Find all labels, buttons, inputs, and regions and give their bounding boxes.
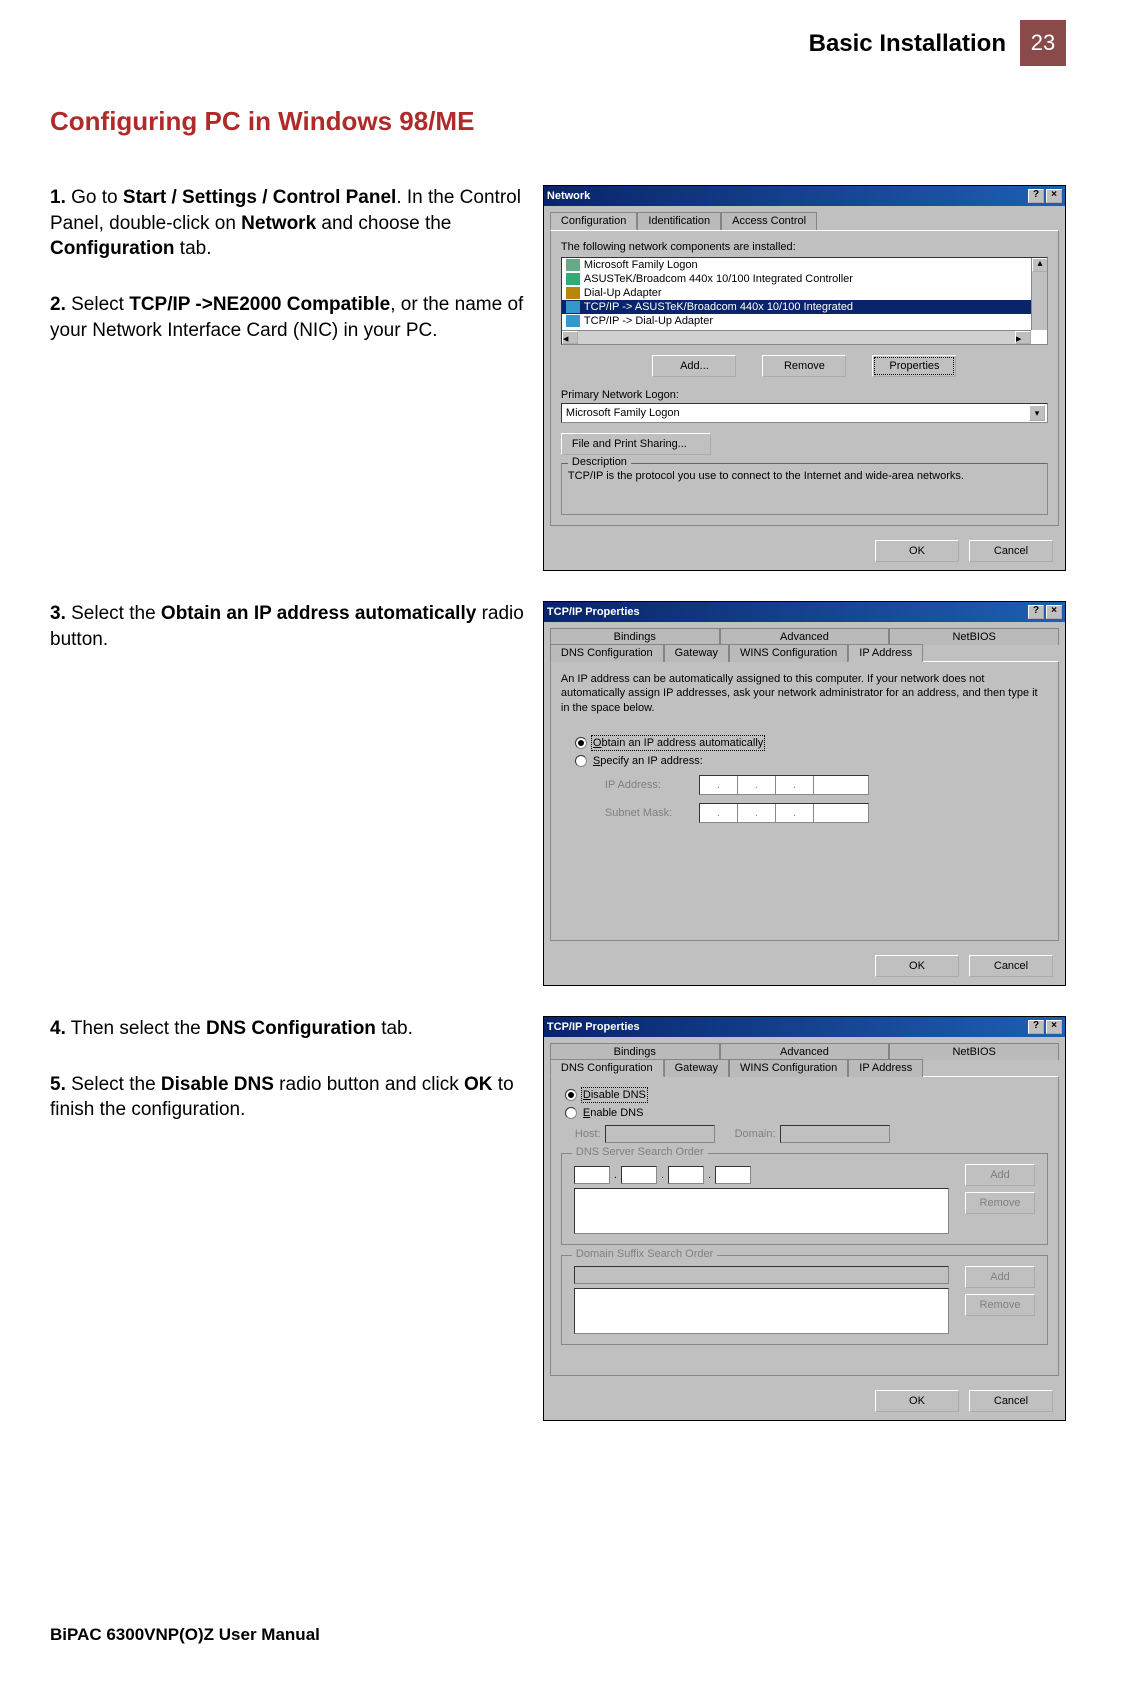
tab-wins-config[interactable]: WINS Configuration [729,1059,848,1077]
cancel-button[interactable]: Cancel [969,540,1053,562]
tab-identification[interactable]: Identification [637,212,721,230]
chapter-title: Basic Installation [809,30,1006,58]
close-icon[interactable]: × [1046,605,1062,619]
protocol-icon [566,315,580,327]
tab-bindings[interactable]: Bindings [550,628,720,645]
description-text: TCP/IP is the protocol you use to connec… [568,470,964,482]
radio-disable-dns-label: Disable DNS [583,1089,646,1101]
tcpip-dns-dialog: TCP/IP Properties ? × Bindings Advanced … [543,1016,1066,1421]
radio-enable-dns-label: Enable DNS [583,1107,644,1119]
ok-button[interactable]: OK [875,1390,959,1412]
dropdown-value: Microsoft Family Logon [566,407,680,419]
tab-access-control[interactable]: Access Control [721,212,817,230]
tab-netbios[interactable]: NetBIOS [889,1043,1059,1060]
cancel-button[interactable]: Cancel [969,1390,1053,1412]
scroll-track[interactable] [578,331,1015,344]
remove-button: Remove [965,1294,1035,1316]
radio-specify-ip[interactable] [575,755,587,767]
remove-button[interactable]: Remove [762,355,846,377]
description-label: Description [568,456,631,470]
step-1: 1. Go to Start / Settings / Control Pane… [50,185,529,262]
add-button[interactable]: Add... [652,355,736,377]
suffix-list [574,1288,949,1334]
manual-footer: BiPAC 6300VNP(O)Z User Manual [50,1625,320,1645]
subnet-mask-label: Subnet Mask: [605,807,699,819]
host-field [605,1125,715,1143]
domain-field [780,1125,890,1143]
primary-logon-label: Primary Network Logon: [561,389,1048,401]
page-number-badge: 23 [1020,20,1066,66]
ip-address-field: ... [699,775,869,795]
tab-netbios[interactable]: NetBIOS [889,628,1059,645]
properties-button[interactable]: Properties [872,355,956,377]
tab-ip-address[interactable]: IP Address [848,644,923,662]
chevron-down-icon[interactable]: ▾ [1029,405,1045,421]
scroll-right-icon[interactable]: ▸ [1015,331,1031,344]
dialog-title: TCP/IP Properties [547,1021,640,1033]
list-item[interactable]: ASUSTeK/Broadcom 440x 10/100 Integrated … [562,272,1047,286]
step-3: 3. Select the Obtain an IP address autom… [50,601,529,652]
list-item[interactable]: Microsoft Family Logon [562,258,1047,272]
tab-dns-config[interactable]: DNS Configuration [550,644,664,662]
suffix-input [574,1266,949,1284]
suffix-order-label: Domain Suffix Search Order [572,1248,717,1260]
help-icon[interactable]: ? [1028,189,1044,203]
ok-button[interactable]: OK [875,955,959,977]
tab-configuration[interactable]: Configuration [550,212,637,230]
subnet-mask-field: ... [699,803,869,823]
close-icon[interactable]: × [1046,189,1062,203]
cancel-button[interactable]: Cancel [969,955,1053,977]
tab-dns-config[interactable]: DNS Configuration [550,1059,664,1077]
radio-enable-dns[interactable] [565,1107,577,1119]
add-button: Add [965,1164,1035,1186]
step-5: 5. Select the Disable DNS radio button a… [50,1072,529,1123]
tcpip-ip-dialog: TCP/IP Properties ? × Bindings Advanced … [543,601,1066,986]
step-4: 4. Then select the DNS Configuration tab… [50,1016,529,1042]
ip-intro-text: An IP address can be automatically assig… [561,672,1048,715]
dialog-title: TCP/IP Properties [547,606,640,618]
tab-advanced[interactable]: Advanced [720,628,890,645]
radio-disable-dns[interactable] [565,1089,577,1101]
nic-icon [566,273,580,285]
network-dialog: Network ? × Configuration Identification… [543,185,1066,571]
protocol-icon [566,301,580,313]
remove-button: Remove [965,1192,1035,1214]
tab-advanced[interactable]: Advanced [720,1043,890,1060]
help-icon[interactable]: ? [1028,605,1044,619]
scroll-up-icon[interactable]: ▴ [1032,258,1048,272]
add-button: Add [965,1266,1035,1288]
ip-address-label: IP Address: [605,779,699,791]
list-item[interactable]: TCP/IP -> ASUSTeK/Broadcom 440x 10/100 I… [562,300,1047,314]
components-label: The following network components are ins… [561,241,1048,253]
list-item[interactable]: Dial-Up Adapter [562,286,1047,300]
scroll-left-icon[interactable]: ◂ [562,331,578,344]
section-title: Configuring PC in Windows 98/ME [50,106,1066,137]
tab-wins-config[interactable]: WINS Configuration [729,644,848,662]
dns-order-label: DNS Server Search Order [572,1146,708,1158]
step-2: 2. Select TCP/IP ->NE2000 Compatible, or… [50,292,529,343]
radio-obtain-ip-label: Obtain an IP address automatically [593,737,763,749]
tab-gateway[interactable]: Gateway [664,1059,729,1077]
tab-bindings[interactable]: Bindings [550,1043,720,1060]
radio-obtain-ip[interactable] [575,737,587,749]
ok-button[interactable]: OK [875,540,959,562]
dialog-title: Network [547,190,590,202]
tab-gateway[interactable]: Gateway [664,644,729,662]
domain-label: Domain: [735,1128,776,1140]
list-item[interactable]: TCP/IP -> Dial-Up Adapter [562,314,1047,328]
file-print-sharing-button[interactable]: File and Print Sharing... [561,433,711,455]
dns-server-input: ... [574,1166,949,1184]
radio-specify-ip-label: Specify an IP address: [593,755,703,767]
help-icon[interactable]: ? [1028,1020,1044,1034]
primary-logon-dropdown[interactable]: Microsoft Family Logon ▾ [561,403,1048,423]
adapter-icon [566,287,580,299]
host-label: Host: [575,1128,601,1140]
dns-server-list [574,1188,949,1234]
tab-ip-address[interactable]: IP Address [848,1059,923,1077]
logon-icon [566,259,580,271]
close-icon[interactable]: × [1046,1020,1062,1034]
components-list[interactable]: ▴ Microsoft Family Logon ASUSTeK/Broadco… [561,257,1048,345]
